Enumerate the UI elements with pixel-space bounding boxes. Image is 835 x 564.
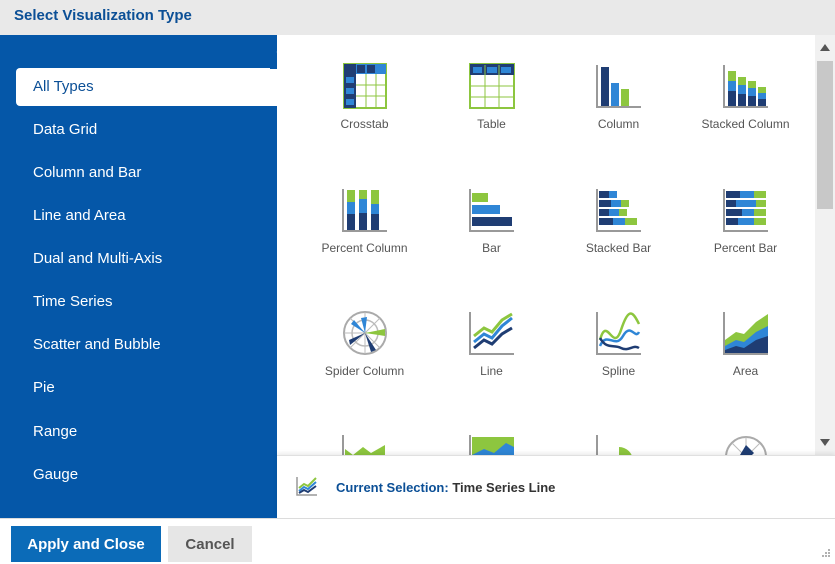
sidebar-item-column-and-bar[interactable]: Column and Bar [16,154,277,192]
tile-label: Table [477,117,506,131]
percent-column-icon [341,189,387,232]
tile-label: Area [732,364,759,378]
stacked-bar-icon [595,189,641,232]
tile-label: Stacked Bar [585,241,652,255]
radar-chart-icon [724,436,767,455]
stacked-column-icon [722,65,768,108]
tile-area[interactable]: Area [682,310,809,420]
tile-label: Bar [482,241,501,255]
waterfall-chart-icon [341,435,385,455]
sidebar-item-data-grid[interactable]: Data Grid [16,111,277,149]
tile-label: Column [597,117,640,131]
tile-column[interactable]: Column [555,63,682,173]
sidebar-item-pie[interactable]: Pie [16,369,277,407]
type-sidebar: All Types Data Grid Column and Bar Line … [0,35,277,518]
sidebar-item-time-series[interactable]: Time Series [16,283,277,321]
tile-label: Spline [601,364,636,378]
spider-column-icon [342,311,387,355]
table-icon [468,63,515,109]
tile-label: Line [480,364,503,378]
tile-partial-4[interactable] [682,433,809,455]
spline-chart-icon [595,312,641,355]
time-series-line-icon [296,477,317,496]
tile-crosstab[interactable]: Crosstab [301,63,428,173]
crosstab-icon [342,63,387,109]
tile-bar[interactable]: Bar [428,187,555,297]
scroll-thumb[interactable] [817,61,833,209]
tile-label: Stacked Column [701,117,790,131]
dialog-titlebar: Select Visualization Type [0,0,835,35]
tile-spline[interactable]: Spline [555,310,682,420]
percent-bar-icon [722,189,768,232]
current-selection-value: Time Series Line [452,480,556,495]
tile-partial-2[interactable] [428,433,555,455]
column-chart-icon [595,65,641,108]
tile-spider-column[interactable]: Spider Column [301,310,428,420]
sidebar-item-dual-multi-axis[interactable]: Dual and Multi-Axis [16,240,277,278]
grid-scrollbar[interactable] [815,35,835,455]
pie-chart-icon [595,435,632,455]
bar-chart-icon [468,189,514,232]
scroll-down-icon[interactable] [820,439,830,446]
tile-label: Percent Column [321,241,408,255]
current-selection-label: Current Selection: [336,480,449,495]
line-chart-icon [468,312,514,355]
area-chart-icon [722,312,768,355]
tile-label: Spider Column [324,364,405,378]
tile-label: Crosstab [340,117,389,131]
tile-percent-column[interactable]: Percent Column [301,187,428,297]
tile-label: Percent Bar [713,241,778,255]
scroll-up-icon[interactable] [820,44,830,51]
apply-and-close-button[interactable]: Apply and Close [11,526,161,562]
tile-table[interactable]: Table [428,63,555,173]
sidebar-item-all-types[interactable]: All Types [16,68,277,106]
cancel-button[interactable]: Cancel [168,526,252,562]
tile-line[interactable]: Line [428,310,555,420]
dialog-title: Select Visualization Type [14,7,192,24]
stacked-area-icon [468,435,514,455]
sidebar-item-range[interactable]: Range [16,413,277,451]
tile-partial-1[interactable] [301,433,428,455]
sidebar-item-scatter-bubble[interactable]: Scatter and Bubble [16,326,277,364]
tile-percent-bar[interactable]: Percent Bar [682,187,809,297]
sidebar-item-line-and-area[interactable]: Line and Area [16,197,277,235]
current-selection-text: Current Selection: Time Series Line [336,480,555,495]
tile-partial-3[interactable] [555,433,682,455]
tile-stacked-column[interactable]: Stacked Column [682,63,809,173]
resize-grip-icon[interactable] [821,548,831,558]
dialog-footer: Apply and Close Cancel [0,518,835,564]
tile-stacked-bar[interactable]: Stacked Bar [555,187,682,297]
sidebar-item-gauge[interactable]: Gauge [16,456,277,494]
current-selection-bar: Current Selection: Time Series Line [277,455,835,518]
visualization-grid: Crosstab Table Column Stacked Column Per… [277,35,815,455]
